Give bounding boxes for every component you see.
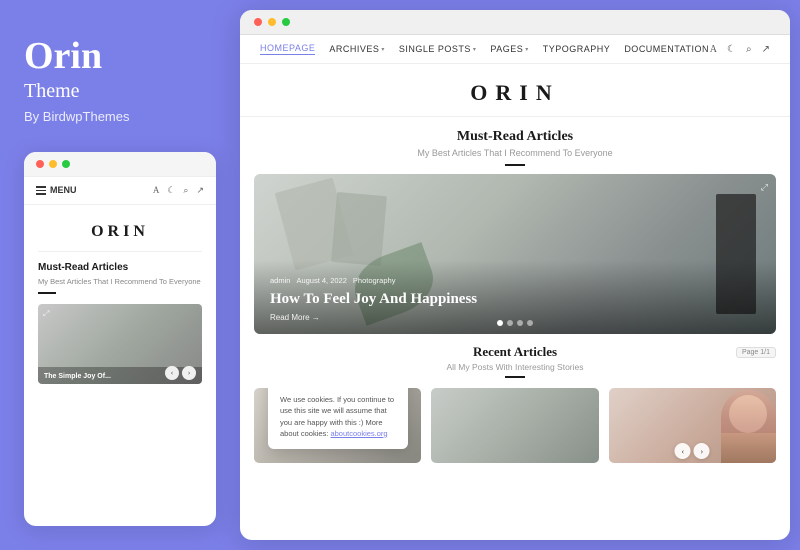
- big-content: ORIN Must-Read Articles My Best Articles…: [240, 64, 790, 540]
- recent-page-badge: Page 1/1: [736, 347, 776, 358]
- dot-yellow: [49, 160, 57, 168]
- card-image-2: [431, 388, 598, 463]
- big-nav-icons: A ☾ ⌕ ↗: [710, 44, 770, 55]
- mini-prev-button[interactable]: ‹: [165, 366, 179, 380]
- mini-hero-image: ⤢ The Simple Joy Of... ‹ ›: [38, 304, 202, 384]
- big-dot-green: [282, 18, 290, 26]
- big-external-icon[interactable]: ↗: [762, 44, 770, 55]
- recent-header: Recent Articles Page 1/1: [254, 344, 776, 360]
- recent-card-2: [431, 388, 598, 463]
- recent-dash: [505, 376, 525, 378]
- hero-meta: admin August 4, 2022 Photography: [270, 276, 760, 285]
- mini-next-button[interactable]: ›: [182, 366, 196, 380]
- nav-link-pages[interactable]: PAGES ▾: [490, 44, 528, 54]
- single-posts-chevron: ▾: [473, 46, 477, 53]
- hamburger-icon: [36, 186, 46, 195]
- nav-link-typography[interactable]: TYPOGRAPHY: [543, 44, 611, 54]
- recent-card-1: Cookies Notice We use cookies. If you co…: [254, 388, 421, 463]
- hero-expand-icon[interactable]: ⤢: [761, 182, 768, 193]
- mini-browser-preview: MENU A ☾ ⌕ ↗ ORIN Must-Read Articles My …: [24, 152, 216, 526]
- must-read-title: Must-Read Articles: [240, 129, 790, 145]
- mini-must-read-title: Must-Read Articles: [38, 262, 202, 273]
- hero-dot-2: [507, 320, 513, 326]
- big-dark-icon[interactable]: ☾: [727, 44, 736, 55]
- hero-author: admin: [270, 276, 290, 285]
- right-panel: HOMEPAGE ARCHIVES ▾ SINGLE POSTS ▾ PAGES…: [240, 0, 800, 550]
- hero-dot-1: [497, 320, 503, 326]
- big-logo: ORIN: [240, 64, 790, 117]
- big-font-icon[interactable]: A: [710, 44, 717, 55]
- card-next-button[interactable]: ›: [694, 443, 710, 459]
- mini-nav: MENU A ☾ ⌕ ↗: [24, 177, 216, 205]
- cookies-link[interactable]: aboutcookies.org: [330, 429, 387, 438]
- archives-chevron: ▾: [381, 46, 385, 53]
- big-browser-bar: [240, 10, 790, 35]
- mini-nav-arrows: ‹ ›: [165, 366, 196, 380]
- mini-nav-icons: A ☾ ⌕ ↗: [153, 185, 204, 196]
- mini-expand-icon: ⤢: [43, 309, 49, 319]
- card-image-1: Cookies Notice We use cookies. If you co…: [254, 388, 421, 463]
- mini-search-icon: ⌕: [183, 185, 188, 196]
- hero-date: August 4, 2022: [296, 276, 346, 285]
- dot-green: [62, 160, 70, 168]
- big-nav: HOMEPAGE ARCHIVES ▾ SINGLE POSTS ▾ PAGES…: [240, 35, 790, 64]
- recent-subtitle: All My Posts With Interesting Stories: [254, 362, 776, 372]
- must-read-dash: [505, 164, 525, 166]
- cookies-title: Cookies Notice: [280, 388, 396, 389]
- hero-dot-4: [527, 320, 533, 326]
- mini-content: ORIN Must-Read Articles My Best Articles…: [24, 205, 216, 394]
- nav-link-homepage[interactable]: HOMEPAGE: [260, 43, 315, 55]
- mini-dash-divider: [38, 292, 56, 294]
- big-dot-red: [254, 18, 262, 26]
- cookies-notice: Cookies Notice We use cookies. If you co…: [268, 388, 408, 449]
- dot-red: [36, 160, 44, 168]
- big-search-icon[interactable]: ⌕: [746, 44, 752, 55]
- hero-image: admin August 4, 2022 Photography How To …: [254, 174, 776, 334]
- must-read-section: Must-Read Articles My Best Articles That…: [240, 117, 790, 174]
- hero-shape-2: [331, 192, 387, 266]
- big-dot-yellow: [268, 18, 276, 26]
- hero-dot-3: [517, 320, 523, 326]
- hero-category: Photography: [353, 276, 396, 285]
- recent-card-3: ‹ ›: [609, 388, 776, 463]
- mini-menu: MENU: [36, 185, 77, 195]
- mini-menu-label: MENU: [50, 185, 77, 195]
- left-panel: Orin Theme By BirdwpThemes MENU A ☾ ⌕ ↗: [0, 0, 240, 550]
- hero-dots: [497, 320, 533, 326]
- brand-title: Orin: [24, 36, 216, 78]
- pages-chevron: ▾: [525, 46, 529, 53]
- nav-link-documentation[interactable]: DOCUMENTATION: [624, 44, 709, 54]
- brand-by: By BirdwpThemes: [24, 109, 216, 124]
- must-read-subtitle: My Best Articles That I Recommend To Eve…: [240, 148, 790, 158]
- card-prev-button[interactable]: ‹: [675, 443, 691, 459]
- nav-links: HOMEPAGE ARCHIVES ▾ SINGLE POSTS ▾ PAGES…: [260, 43, 709, 55]
- brand-subtitle: Theme: [24, 80, 216, 103]
- recent-section: Recent Articles Page 1/1 All My Posts Wi…: [240, 334, 790, 540]
- recent-title: Recent Articles: [473, 344, 557, 360]
- mini-must-read-sub: My Best Articles That I Recommend To Eve…: [38, 277, 202, 286]
- mini-logo: ORIN: [38, 215, 202, 252]
- mini-browser-bar: [24, 152, 216, 177]
- card-nav-arrows: ‹ ›: [675, 443, 710, 459]
- mini-dark-icon: ☾: [167, 185, 175, 196]
- big-browser-preview: HOMEPAGE ARCHIVES ▾ SINGLE POSTS ▾ PAGES…: [240, 10, 790, 540]
- recent-cards: Cookies Notice We use cookies. If you co…: [254, 388, 776, 463]
- mini-font-icon: A: [153, 185, 160, 195]
- nav-link-single-posts[interactable]: SINGLE POSTS ▾: [399, 44, 477, 54]
- nav-link-archives[interactable]: ARCHIVES ▾: [329, 44, 385, 54]
- cookies-text: We use cookies. If you continue to use t…: [280, 394, 396, 439]
- hero-title: How To Feel Joy And Happiness: [270, 290, 760, 308]
- mini-arrow-icon: ↗: [196, 185, 204, 196]
